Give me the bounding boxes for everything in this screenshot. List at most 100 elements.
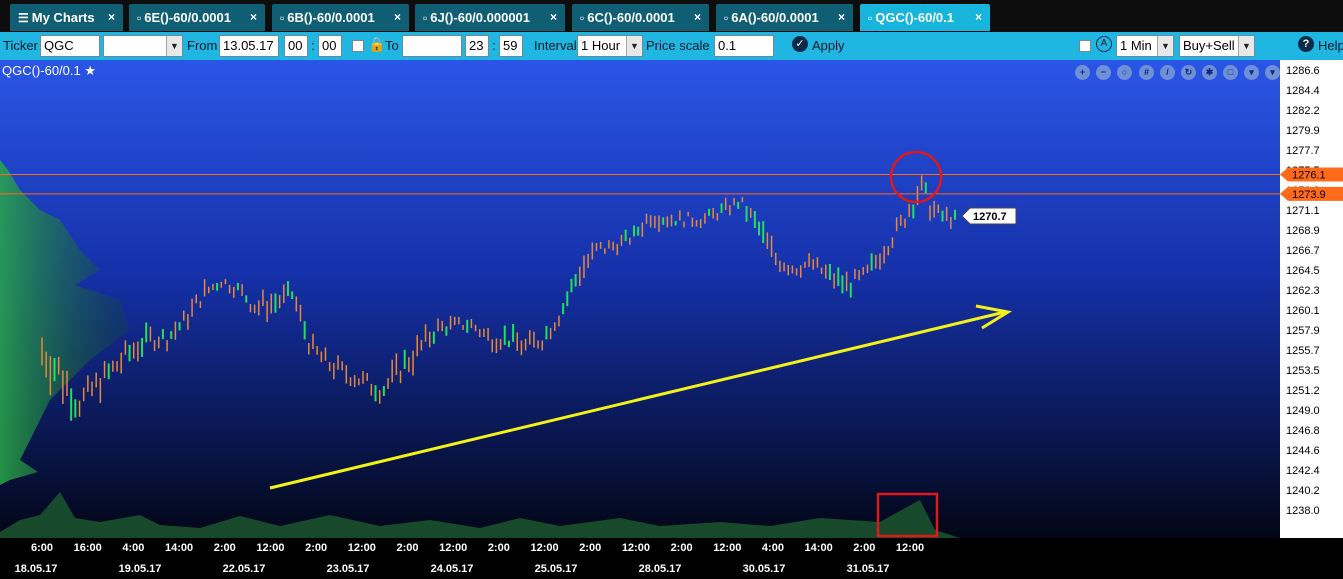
last-price-label: 1270.7 <box>961 207 1017 225</box>
interval-select[interactable]: 1 Hour ▼ <box>577 35 643 57</box>
tab-6c[interactable]: ▫ 6C()-60/0.0001 × <box>572 4 709 31</box>
down-icon[interactable]: ▾ <box>1244 65 1259 80</box>
x-time-label: 2:00 <box>671 542 693 554</box>
x-time-label: 12:00 <box>713 542 741 554</box>
zoom-in-icon[interactable]: + <box>1075 65 1090 80</box>
help-icon[interactable]: ? <box>1298 36 1314 52</box>
svg-text:1276.1: 1276.1 <box>1292 170 1326 182</box>
tab-qgc[interactable]: ▫ QGC()-60/0.1 × <box>860 4 990 31</box>
chevron-down-icon: ▼ <box>166 36 182 56</box>
tab-6b[interactable]: ▫ 6B()-60/0.0001 × <box>272 4 409 31</box>
last-price: 1270.7 <box>973 211 1007 223</box>
close-icon[interactable]: × <box>108 4 115 31</box>
x-date-label: 30.05.17 <box>743 563 786 575</box>
collapse-icon[interactable]: ▾ <box>1265 65 1280 80</box>
zoom-out-icon[interactable]: − <box>1096 65 1111 80</box>
y-tick-label: 1284.4 <box>1286 85 1320 97</box>
y-tick-label: 1251.2 <box>1286 385 1320 397</box>
y-tick-label: 1277.7 <box>1286 145 1320 157</box>
x-date-label: 28.05.17 <box>639 563 682 575</box>
tab-my-charts[interactable]: ☰ My Charts × <box>10 4 123 31</box>
zoom-reset-icon[interactable]: ○ <box>1117 65 1132 80</box>
x-time-label: 6:00 <box>31 542 53 554</box>
svg-text:1273.9: 1273.9 <box>1292 189 1326 201</box>
time-separator: : <box>311 38 315 53</box>
x-date-label: 18.05.17 <box>15 563 58 575</box>
price-scale-input[interactable]: 0.1 <box>714 35 774 57</box>
bar-chart-icon: ▫ <box>423 11 428 25</box>
tab-bar: ☰ My Charts × ▫ 6E()-60/0.0001 × ▫ 6B()-60/0.… <box>0 0 1343 32</box>
star-icon[interactable]: ★ <box>84 63 96 78</box>
tab-label: My Charts <box>31 10 95 25</box>
timeframe-select[interactable]: 1 Min ▼ <box>1116 35 1174 57</box>
tab-6a[interactable]: ▫ 6A()-60/0.0001 × <box>716 4 853 31</box>
x-time-label: 2:00 <box>305 542 327 554</box>
list-icon: ☰ <box>18 11 29 25</box>
x-time-label: 14:00 <box>805 542 833 554</box>
from-date-input[interactable]: 13.05.17 <box>219 35 279 57</box>
chart-title: QGC()-60/0.1 ★ <box>2 63 96 79</box>
lock-icon: 🔒 <box>368 36 386 52</box>
to-minute-input[interactable]: 59 <box>499 35 523 57</box>
toolbar: Ticker QGC ▼ From 13.05.17 00 : 00 🔒 To … <box>0 32 1343 60</box>
interval-value: 1 Hour <box>581 38 621 53</box>
draw-icon[interactable]: / <box>1160 65 1175 80</box>
ticker-dropdown[interactable]: ▼ <box>103 35 183 57</box>
x-time-label: 2:00 <box>396 542 418 554</box>
y-tick-label: 1286.6 <box>1286 65 1320 77</box>
tab-label: 6C()-60/0.0001 <box>587 10 675 25</box>
y-tick-label: 1253.5 <box>1286 365 1320 377</box>
settings-icon[interactable]: ✱ <box>1202 65 1217 80</box>
side-select[interactable]: Buy+Sell ▼ <box>1179 35 1255 57</box>
bar-chart-icon: ▫ <box>868 11 873 25</box>
help-link[interactable]: Help <box>1318 38 1343 53</box>
grid-icon[interactable]: # <box>1139 65 1154 80</box>
tab-label: QGC()-60/0.1 <box>875 10 955 25</box>
auto-icon[interactable]: A <box>1096 36 1112 52</box>
close-icon[interactable]: × <box>394 4 401 31</box>
x-time-label: 2:00 <box>853 542 875 554</box>
time-separator: : <box>492 38 496 53</box>
y-tick-label: 1266.7 <box>1286 245 1320 257</box>
price-scale-label: Price scale <box>646 38 710 53</box>
symbol-label: QGC()-60/0.1 <box>2 63 81 78</box>
level-price-tag: 1273.9 <box>1280 186 1343 201</box>
x-time-label: 16:00 <box>74 542 102 554</box>
from-hour-input[interactable]: 00 <box>284 35 308 57</box>
option-checkbox[interactable] <box>1079 40 1091 52</box>
tab-6j[interactable]: ▫ 6J()-60/0.000001 × <box>415 4 565 31</box>
x-time-label: 12:00 <box>256 542 284 554</box>
refresh-icon[interactable]: ↻ <box>1181 65 1196 80</box>
y-tick-label: 1279.9 <box>1286 125 1320 137</box>
apply-button[interactable]: Apply <box>812 38 845 53</box>
x-date-label: 31.05.17 <box>847 563 890 575</box>
lock-checkbox[interactable] <box>352 40 364 52</box>
close-icon[interactable]: × <box>550 4 557 31</box>
x-time-label: 4:00 <box>122 542 144 554</box>
fullscreen-icon[interactable]: □ <box>1223 65 1238 80</box>
to-hour-input[interactable]: 23 <box>465 35 489 57</box>
interval-label: Interval <box>534 38 577 53</box>
x-date-label: 19.05.17 <box>119 563 162 575</box>
close-icon[interactable]: × <box>838 4 845 31</box>
tab-label: 6J()-60/0.000001 <box>430 10 531 25</box>
x-time-label: 4:00 <box>762 542 784 554</box>
close-icon[interactable]: × <box>975 4 982 31</box>
check-icon[interactable]: ✓ <box>792 36 808 52</box>
tab-6e[interactable]: ▫ 6E()-60/0.0001 × <box>129 4 265 31</box>
ticker-input[interactable]: QGC <box>40 35 100 57</box>
close-icon[interactable]: × <box>694 4 701 31</box>
y-tick-label: 1255.7 <box>1286 345 1320 357</box>
y-tick-label: 1244.6 <box>1286 445 1320 457</box>
level-price-tag: 1276.1 <box>1280 167 1343 182</box>
to-date-input[interactable] <box>402 35 462 57</box>
bar-chart-icon: ▫ <box>724 11 729 25</box>
x-time-label: 12:00 <box>348 542 376 554</box>
y-tick-label: 1257.9 <box>1286 325 1320 337</box>
from-minute-input[interactable]: 00 <box>318 35 342 57</box>
price-chart[interactable]: 1270.7 <box>0 60 1343 579</box>
chart-area[interactable]: 1270.7 QGC()-60/0.1 ★ + − ○ # / ↻ ✱ □ ▾ … <box>0 60 1343 579</box>
y-tick-label: 1242.4 <box>1286 465 1320 477</box>
y-tick-label: 1262.3 <box>1286 285 1320 297</box>
close-icon[interactable]: × <box>250 4 257 31</box>
